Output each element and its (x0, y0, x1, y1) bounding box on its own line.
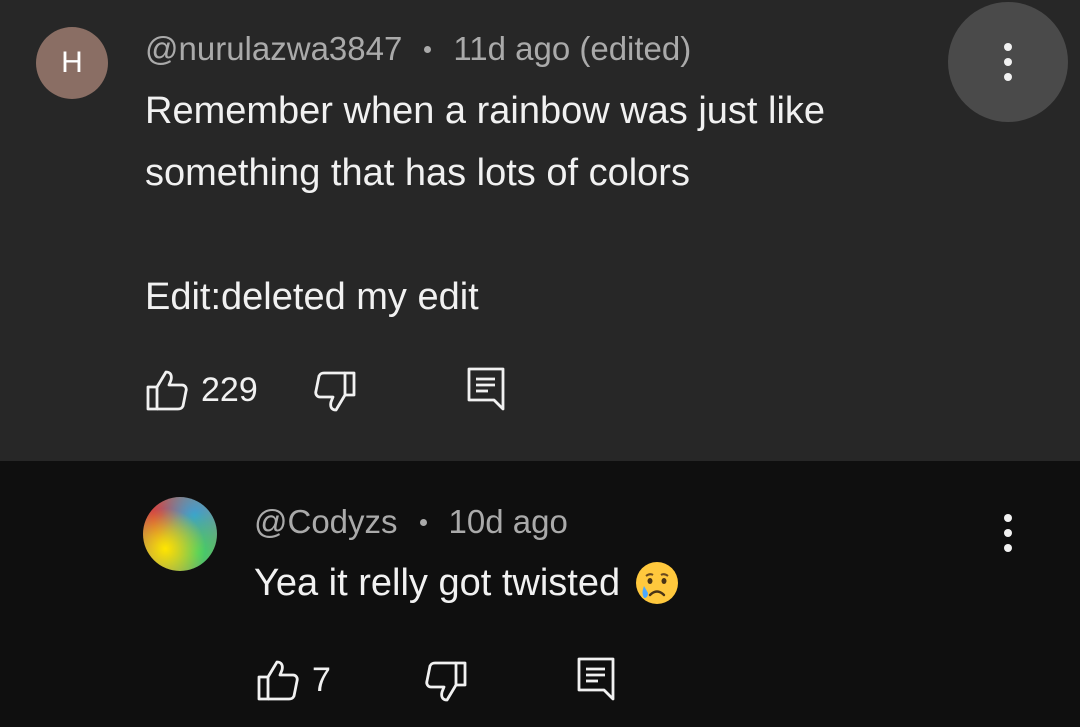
reply-button[interactable] (576, 656, 616, 702)
reply-comment-icon (577, 657, 615, 701)
avatar-letter: H (61, 46, 83, 79)
reply-comment-icon (467, 367, 505, 411)
crying-face-emoji (636, 562, 679, 604)
like-count: 7 (312, 660, 331, 699)
avatar[interactable]: H (36, 27, 108, 99)
more-options-button[interactable] (948, 2, 1068, 122)
thumbs-up-icon (257, 660, 299, 701)
comment-text-row: Yea it relly got twisted (254, 552, 954, 614)
more-vertical-icon (1004, 514, 1012, 552)
avatar[interactable] (143, 497, 217, 571)
dislike-button[interactable] (313, 370, 357, 414)
thumbs-down-icon (314, 371, 356, 412)
like-count: 229 (201, 370, 258, 409)
comment-text: Remember when a rainbow was just like so… (145, 90, 826, 318)
comment-time: 11d ago (edited) (453, 30, 692, 67)
thumbs-up-icon (146, 370, 188, 411)
comment-author[interactable]: @Codyzs (254, 503, 398, 541)
separator-dot (419, 518, 427, 526)
comment-highlighted: H @nurulazwa3847 11d ago (edited) Rememb… (0, 0, 1080, 461)
comment-meta: @Codyzs 10d ago (254, 503, 568, 541)
comment-author[interactable]: @nurulazwa3847 (145, 30, 402, 68)
comment-time: 10d ago (448, 503, 568, 540)
thumbs-down-icon (425, 661, 467, 702)
separator-dot (424, 45, 432, 53)
more-options-button[interactable] (978, 503, 1038, 563)
like-button[interactable]: 229 (145, 368, 258, 412)
reply-button[interactable] (466, 366, 506, 412)
comment-text: Yea it relly got twisted (254, 562, 621, 604)
like-button[interactable]: 7 (256, 658, 331, 702)
more-vertical-icon (1004, 43, 1012, 81)
dislike-button[interactable] (424, 660, 468, 704)
comment-meta: @nurulazwa3847 11d ago (edited) (145, 30, 691, 68)
